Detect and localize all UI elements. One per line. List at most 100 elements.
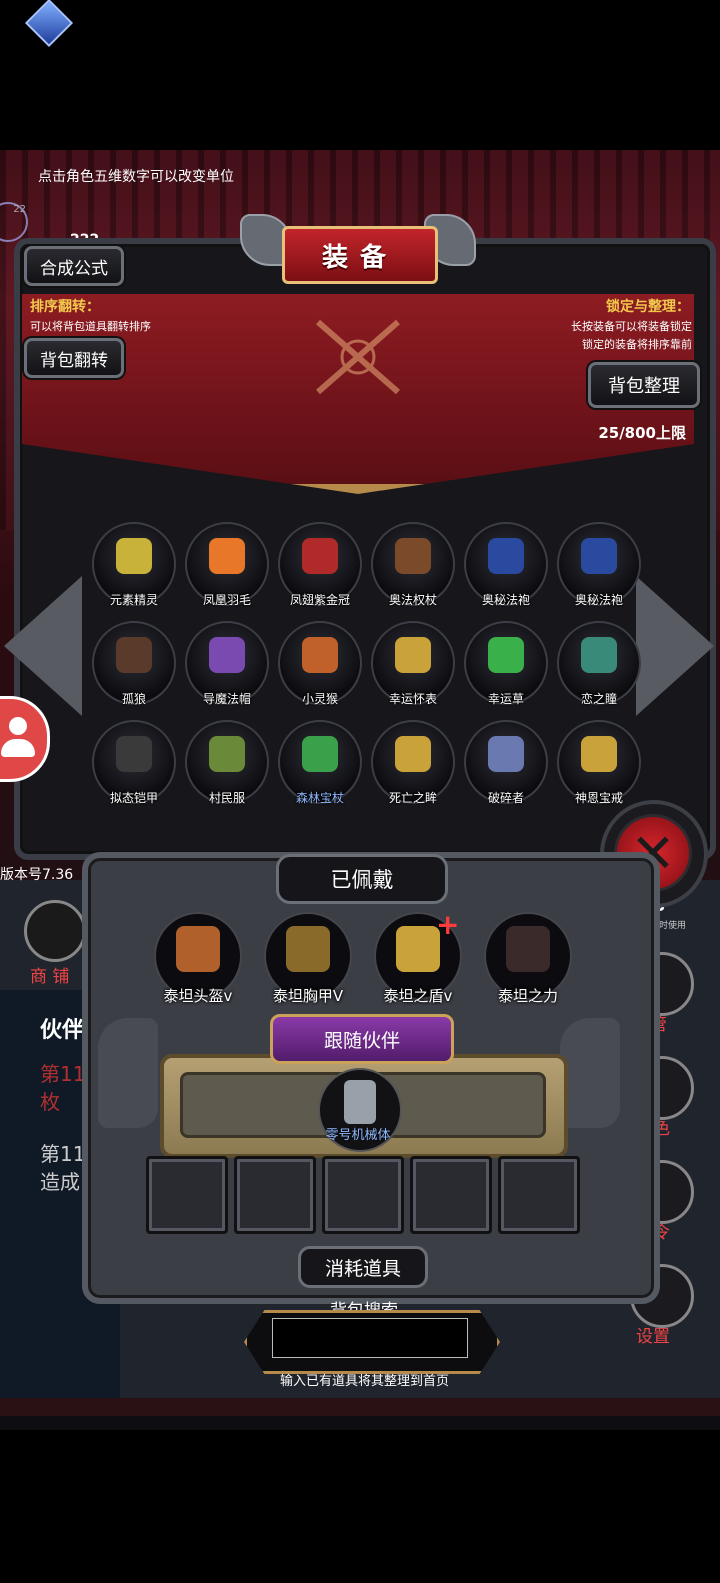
robot-icon (344, 1080, 376, 1124)
equipped-item-icon (396, 926, 440, 972)
person-icon-body (1, 739, 35, 757)
inventory-item[interactable]: 神恩宝戒 (557, 720, 641, 805)
equipped-item-icon (286, 926, 330, 972)
companion-name: 零号机械体 (325, 1128, 391, 1143)
bag-flip-button[interactable]: 背包翻转 (24, 338, 124, 378)
inventory-item[interactable]: 小灵猴 (278, 621, 362, 706)
inventory-item[interactable]: 孤狼 (92, 621, 176, 706)
inventory-item[interactable]: 幸运怀表 (371, 621, 455, 706)
inventory-item[interactable]: 元素精灵 (92, 522, 176, 607)
item-icon (488, 538, 524, 574)
item-label: 导魔法帽 (202, 692, 251, 706)
inventory-item[interactable]: 死亡之眸 (371, 720, 455, 805)
crossed-swords-emblem (316, 319, 400, 395)
equipped-title: 已佩戴 (276, 854, 448, 904)
item-icon (302, 637, 338, 673)
item-label: 死亡之眸 (388, 791, 437, 805)
item-icon (395, 538, 431, 574)
consumable-slot-1[interactable] (146, 1156, 228, 1234)
right-dragon-ornament (560, 1018, 620, 1128)
item-label: 奥法权杖 (388, 593, 437, 607)
hint-text: 点击角色五维数字可以改变单位 (38, 169, 234, 185)
item-icon (581, 736, 617, 772)
lock-description-2: 锁定的装备将排序靠前 (582, 338, 692, 351)
bag-sort-button[interactable]: 背包整理 (588, 362, 700, 408)
inventory-item[interactable]: 破碎者 (464, 720, 548, 805)
item-label: 恋之瞳 (580, 692, 617, 706)
item-icon (302, 538, 338, 574)
inventory-item[interactable]: 幸运草 (464, 621, 548, 706)
item-label: 破碎者 (487, 791, 524, 805)
upgrade-plus-icon[interactable]: + (436, 908, 459, 941)
version-label: 版本号7.36 (0, 867, 74, 883)
item-icon (302, 736, 338, 772)
flip-sort-title: 排序翻转： (30, 299, 100, 315)
gem-icon (24, 0, 74, 48)
left-dragon-ornament (98, 1018, 158, 1128)
item-label: 拟态铠甲 (109, 791, 158, 805)
settings-label: 设置 (636, 1327, 670, 1347)
search-hint: 输入已有道具将其整理到首页 (280, 1374, 450, 1389)
consumable-slot-3[interactable] (322, 1156, 404, 1234)
shop-label: 商 铺 (30, 967, 70, 987)
item-icon (209, 637, 245, 673)
bottom-strip (0, 1398, 720, 1416)
flip-sort-description: 可以将背包道具翻转排序 (30, 320, 151, 333)
person-icon-head (9, 717, 27, 735)
lock-description-1: 长按装备可以将装备锁定 (571, 320, 692, 333)
item-label: 幸运草 (487, 692, 524, 706)
shop-icon[interactable] (24, 900, 86, 962)
item-icon (116, 736, 152, 772)
item-label: 神恩宝戒 (574, 791, 623, 805)
item-label: 凤翅紫金冠 (289, 593, 350, 607)
consumable-slot-4[interactable] (410, 1156, 492, 1234)
equipped-item-icon (176, 926, 220, 972)
inventory-item[interactable]: 凤凰羽毛 (185, 522, 269, 607)
inventory-item[interactable]: 恋之瞳 (557, 621, 641, 706)
item-icon (116, 538, 152, 574)
item-icon (488, 637, 524, 673)
partner-line-2: 第11 造成 (40, 1142, 86, 1194)
item-label: 奥秘法袍 (574, 593, 623, 607)
inventory-item[interactable]: 拟态铠甲 (92, 720, 176, 805)
synthesis-formula-button[interactable]: 合成公式 (24, 246, 124, 286)
inventory-item[interactable]: 奥法权杖 (371, 522, 455, 607)
item-icon (209, 538, 245, 574)
consumables-title: 消耗道具 (298, 1246, 428, 1288)
follow-companion-title: 跟随伙伴 (270, 1014, 454, 1064)
inventory-item[interactable]: 森林宝杖 (278, 720, 362, 805)
equipped-item-label: 泰坦之盾v (383, 987, 453, 1005)
consumable-slot-5[interactable] (498, 1156, 580, 1234)
inventory-item[interactable]: 导魔法帽 (185, 621, 269, 706)
item-label: 孤狼 (121, 692, 146, 706)
item-label: 幸运怀表 (388, 692, 437, 706)
consumable-slot-2[interactable] (234, 1156, 316, 1234)
item-icon (116, 637, 152, 673)
equipped-item[interactable]: 泰坦头盔v (154, 912, 242, 1005)
item-icon (581, 637, 617, 673)
item-icon (209, 736, 245, 772)
item-icon (488, 736, 524, 772)
item-label: 奥秘法袍 (481, 593, 530, 607)
item-label: 森林宝杖 (295, 791, 344, 805)
item-label: 凤凰羽毛 (202, 593, 251, 607)
equipped-item-label: 泰坦头盔v (163, 987, 233, 1005)
equipped-item-icon (506, 926, 550, 972)
item-icon (395, 637, 431, 673)
equipped-item[interactable]: 泰坦胸甲V (264, 912, 352, 1005)
equipped-item[interactable]: 泰坦之力 (484, 912, 572, 1005)
prev-page-arrow-icon[interactable] (4, 576, 82, 716)
item-label: 元素精灵 (109, 593, 158, 607)
inventory-item[interactable]: 奥秘法袍 (464, 522, 548, 607)
item-label: 小灵猴 (301, 692, 338, 706)
inventory-item[interactable]: 凤翅紫金冠 (278, 522, 362, 607)
bag-capacity: 25/800上限 (598, 424, 686, 442)
bag-search-input[interactable] (272, 1318, 468, 1358)
inventory-item[interactable]: 村民服 (185, 720, 269, 805)
inventory-item[interactable]: 奥秘法袍 (557, 522, 641, 607)
item-icon (581, 538, 617, 574)
lock-sort-title: 锁定与整理： (606, 299, 690, 315)
equipped-item-label: 泰坦之力 (497, 987, 558, 1005)
next-page-arrow-icon[interactable] (636, 576, 714, 716)
equipped-item-label: 泰坦胸甲V (272, 987, 344, 1005)
